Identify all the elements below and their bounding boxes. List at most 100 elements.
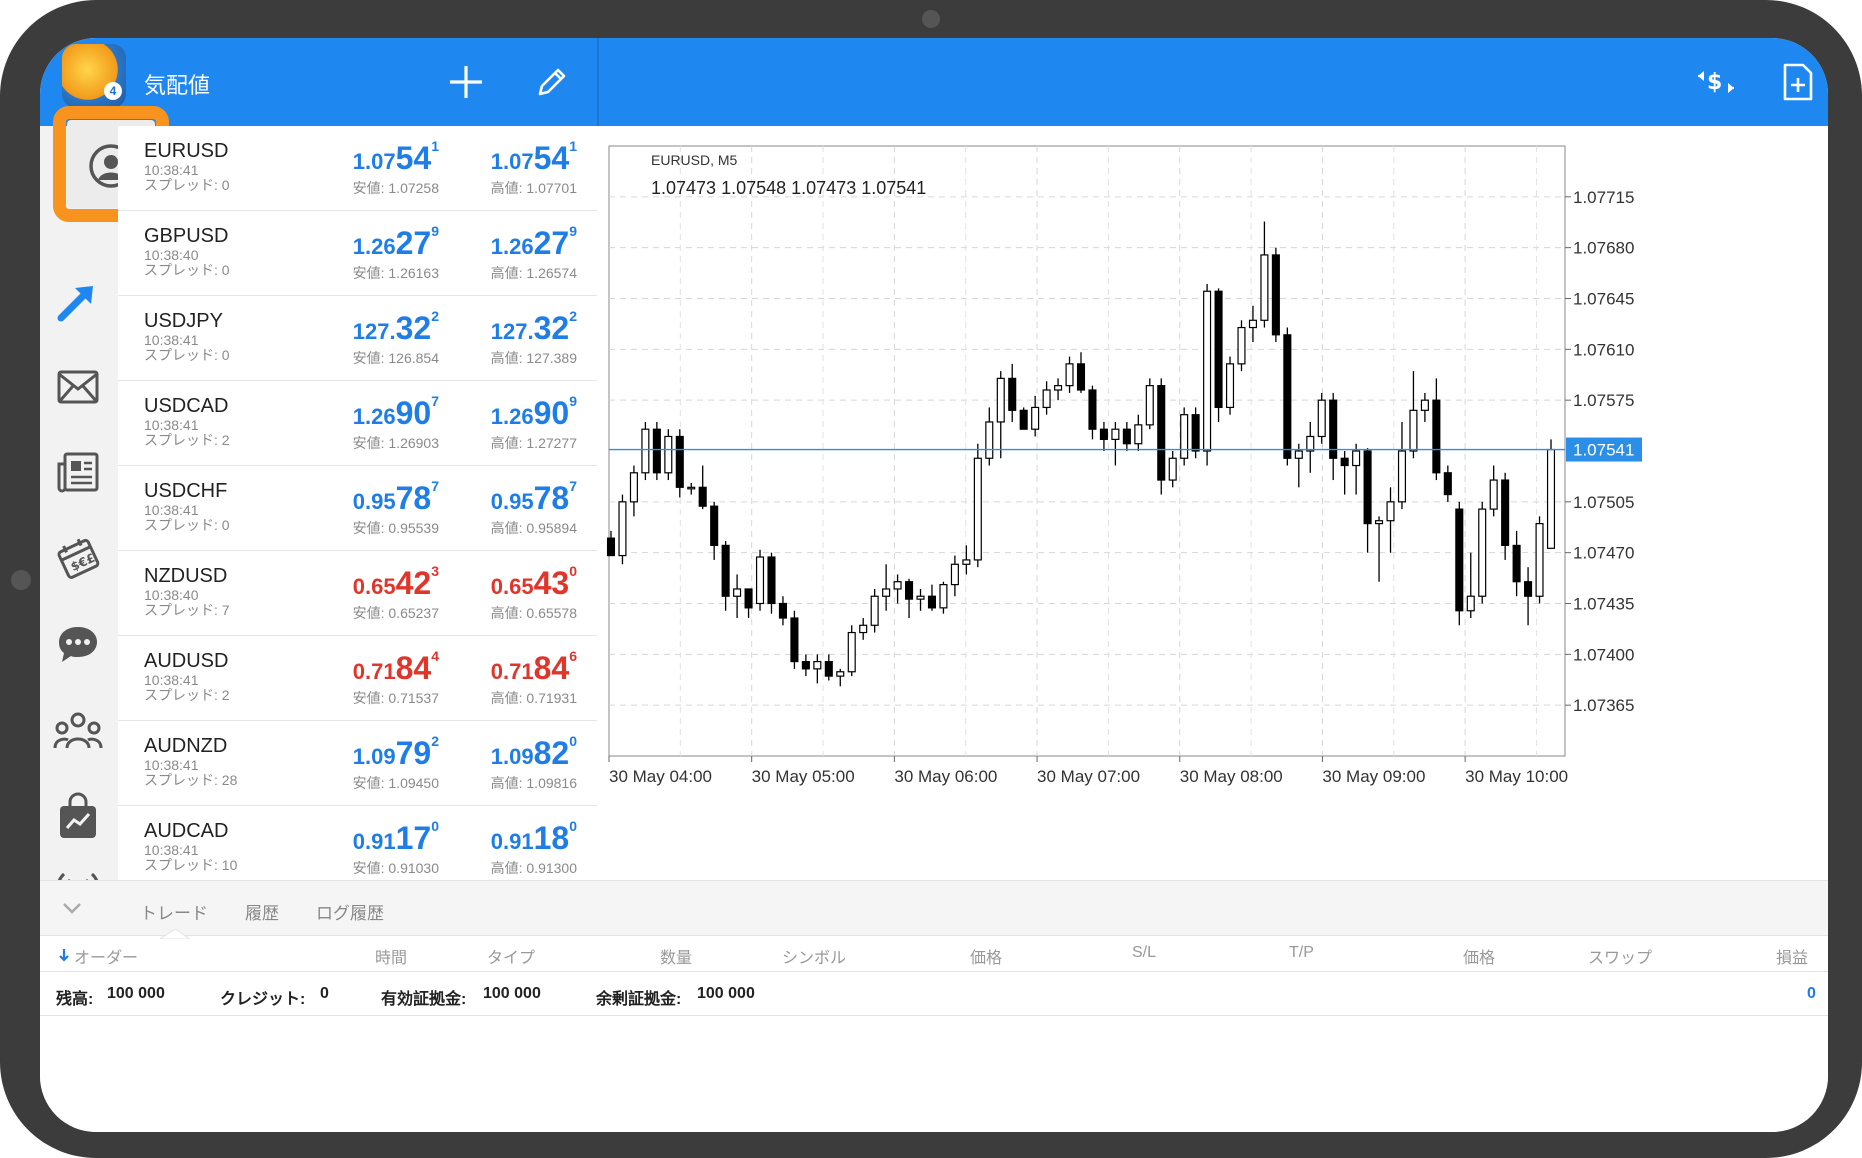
candle-body-down xyxy=(606,537,616,557)
candle-body-down xyxy=(652,428,661,474)
free-margin-label: 余剰証拠金: xyxy=(596,991,682,1008)
quote-time: 10:38:41 xyxy=(144,162,199,178)
candle-body-down xyxy=(1524,581,1533,597)
col-swap[interactable]: スワップ xyxy=(1588,944,1652,968)
candle-body-up xyxy=(973,457,982,561)
y-tick-label: 1.07435 xyxy=(1573,595,1634,614)
candle-body-down xyxy=(927,595,937,609)
candlestick-chart[interactable]: 1.07715 1.07680 1.07645 1.07610 1.07575 1.075… xyxy=(599,126,1828,880)
sidebar-item-news[interactable] xyxy=(44,438,112,506)
mail-icon xyxy=(57,370,99,404)
quote-symbol: AUDCAD xyxy=(144,820,229,842)
tab-trade[interactable]: トレード xyxy=(140,899,208,924)
sidebar-item-chat[interactable] xyxy=(44,610,112,678)
quote-row-nzdusd[interactable]: NZDUSD 10:38:40 スプレッド: 7 0.65423 0.65430 安値: … xyxy=(118,551,597,636)
candle-body-down xyxy=(1455,508,1464,612)
bid-price: 1.26907 xyxy=(352,393,439,431)
tab-history[interactable]: 履歴 xyxy=(245,899,279,924)
quote-high: 高値: 1.27277 xyxy=(490,435,577,451)
bid-price: 0.65423 xyxy=(352,563,439,601)
quote-row-audcad[interactable]: AUDCAD 10:38:41 スプレッド: 10 0.91170 0.91180 安値:… xyxy=(118,806,597,891)
x-tick-label: 30 May 05:00 xyxy=(752,767,855,786)
quote-row-usdchf[interactable]: USDCHF 10:38:41 スプレッド: 0 0.95787 0.95787 安値: … xyxy=(118,466,597,551)
quote-row-audusd[interactable]: AUDUSD 10:38:41 スプレッド: 2 0.71844 0.71846 安値: … xyxy=(118,636,597,721)
col-profit[interactable]: 損益 xyxy=(1776,944,1808,968)
candle-body-up xyxy=(1478,508,1487,597)
new-order-button[interactable] xyxy=(1776,60,1820,104)
add-symbol-button[interactable] xyxy=(444,60,488,104)
candle-body-up xyxy=(1294,450,1303,459)
quote-high: 高値: 1.09816 xyxy=(490,775,577,791)
col-price[interactable]: 価格 xyxy=(970,944,1002,968)
ask-price: 0.91180 xyxy=(490,818,577,856)
page-title: 気配値 xyxy=(144,73,211,98)
quote-spread: スプレッド: 0 xyxy=(144,517,230,533)
quote-row-usdjpy[interactable]: USDJPY 10:38:41 スプレッド: 0 127.322 127.322 安値: … xyxy=(118,296,597,381)
quote-high: 高値: 1.07701 xyxy=(490,180,577,196)
candle-body-up xyxy=(1489,479,1498,510)
sidebar-item-market[interactable] xyxy=(44,782,112,850)
plus-icon xyxy=(450,66,482,98)
quote-time: 10:38:41 xyxy=(144,332,199,348)
market-bag-icon xyxy=(60,792,96,838)
quote-time: 10:38:41 xyxy=(144,842,199,858)
candle-body-up xyxy=(847,631,856,673)
y-tick-label: 1.07715 xyxy=(1573,188,1634,207)
col-sl[interactable]: S/L xyxy=(1132,944,1156,962)
tab-log-history[interactable]: ログ履歴 xyxy=(316,899,384,924)
candle-body-down xyxy=(801,660,810,670)
col-symbol[interactable]: シンボル xyxy=(782,944,846,968)
candle-body-up xyxy=(1111,428,1120,440)
bid-price: 0.91170 xyxy=(352,818,439,856)
candle-body-up xyxy=(962,559,971,565)
total-profit-value: 0 xyxy=(1807,985,1816,1002)
sort-down-arrow-icon[interactable] xyxy=(58,948,70,962)
sidebar-item-community[interactable] xyxy=(44,696,112,764)
candle-body-up xyxy=(1306,435,1315,452)
candle-body-up xyxy=(1203,290,1212,452)
edit-list-button[interactable] xyxy=(530,60,574,104)
col-order[interactable]: オーダー xyxy=(74,944,138,968)
quote-row-gbpusd[interactable]: GBPUSD 10:38:40 スプレッド: 0 1.26279 1.26279 安値: … xyxy=(118,211,597,296)
sidebar-item-calendar[interactable]: $€£ xyxy=(44,524,112,592)
quote-row-audnzd[interactable]: AUDNZD 10:38:41 スプレッド: 28 1.09792 1.09820 安値:… xyxy=(118,721,597,806)
col-current-price[interactable]: 価格 xyxy=(1463,944,1495,968)
col-time[interactable]: 時間 xyxy=(375,944,407,968)
candle-body-up xyxy=(1031,406,1040,430)
candle-body-up xyxy=(1397,450,1407,503)
sidebar-item-mail[interactable] xyxy=(44,353,112,421)
bid-price: 1.07541 xyxy=(352,138,439,176)
quote-row-usdcad[interactable]: USDCAD 10:38:41 スプレッド: 2 1.26907 1.26909 安値: … xyxy=(118,381,597,466)
candle-body-down xyxy=(1214,290,1223,409)
quote-row-eurusd[interactable]: EURUSD 10:38:41 スプレッド: 0 1.07541 1.07541 安値: … xyxy=(118,126,597,211)
candle-body-up xyxy=(1145,385,1154,426)
quote-high: 高値: 1.26574 xyxy=(490,265,577,281)
chevron-down-icon[interactable] xyxy=(62,901,82,915)
x-tick-label: 30 May 08:00 xyxy=(1180,767,1283,786)
col-type[interactable]: タイプ xyxy=(487,944,535,968)
y-tick-label: 1.07610 xyxy=(1573,340,1634,359)
quote-low: 安値: 1.09450 xyxy=(352,775,439,791)
col-tp[interactable]: T/P xyxy=(1289,944,1314,962)
quote-high: 高値: 0.91300 xyxy=(490,860,577,876)
sidebar-item-trade[interactable] xyxy=(44,267,112,335)
quote-spread: スプレッド: 0 xyxy=(144,262,230,278)
candle-body-down xyxy=(1122,428,1131,445)
quote-spread: スプレッド: 28 xyxy=(144,772,238,788)
candle-body-down xyxy=(1443,472,1452,496)
news-icon xyxy=(57,452,99,493)
y-tick-label: 1.07365 xyxy=(1573,696,1634,715)
header-divider xyxy=(597,38,599,126)
x-tick-label: 30 May 06:00 xyxy=(894,767,997,786)
candle-body-down xyxy=(1501,479,1510,547)
candle-body-up xyxy=(950,563,959,586)
candle-body-up xyxy=(985,421,994,459)
logo-badge: 4 xyxy=(104,82,122,100)
bid-price: 0.71844 xyxy=(352,648,439,686)
price-chart[interactable]: 1.07715 1.07680 1.07645 1.07610 1.07575 1.075… xyxy=(599,126,1828,880)
quote-low: 安値: 126.854 xyxy=(352,350,439,366)
col-volume[interactable]: 数量 xyxy=(660,944,692,968)
candle-body-down xyxy=(778,602,787,619)
candle-body-down xyxy=(905,581,914,600)
one-click-trade-button[interactable]: $ xyxy=(1694,60,1738,104)
